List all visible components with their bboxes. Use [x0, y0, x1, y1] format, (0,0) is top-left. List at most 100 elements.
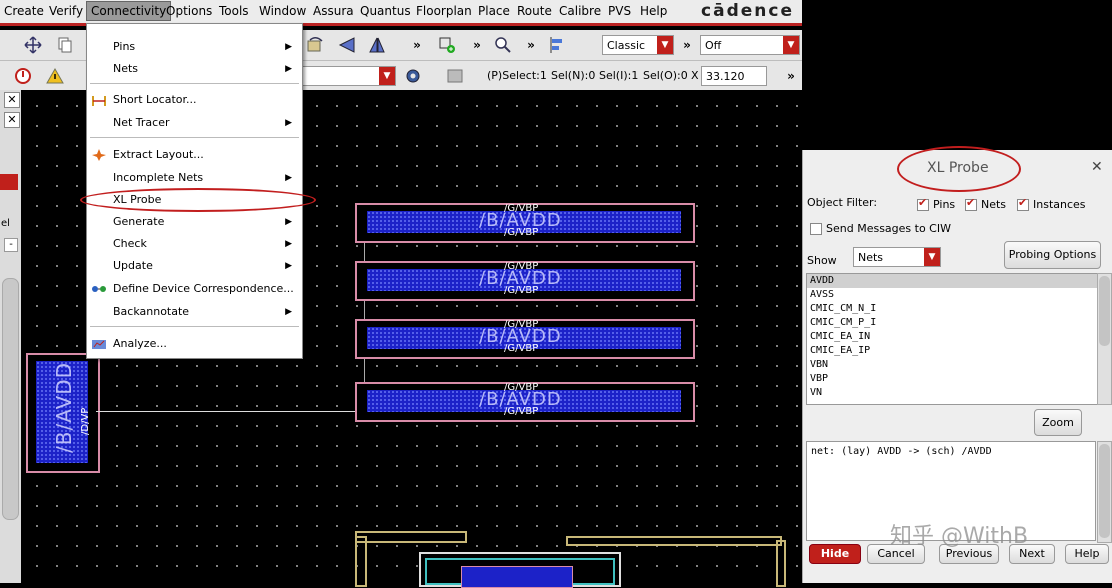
menu-connectivity[interactable]: Connectivity [86, 1, 172, 21]
style-select[interactable]: Classic ▼ [602, 35, 674, 55]
overflow-chevron-icon[interactable]: » [466, 34, 488, 56]
flip-up-icon[interactable] [366, 34, 388, 56]
show-select[interactable]: Nets ▼ [853, 247, 941, 267]
guard-ring [566, 536, 782, 546]
help-button[interactable]: Help [1065, 544, 1109, 564]
instance-label: /G/VBP [504, 406, 539, 417]
menu-item-define-device-correspondence[interactable]: Define Device Correspondence... [87, 279, 302, 299]
chevron-down-icon: ▼ [657, 36, 673, 54]
menu-floorplan[interactable]: Floorplan [416, 4, 472, 18]
menu-item-short-locator[interactable]: Short Locator... [87, 90, 302, 110]
close-icon[interactable]: ✕ [4, 92, 20, 108]
close-icon[interactable]: ✕ [1091, 159, 1103, 175]
menu-tools[interactable]: Tools [219, 4, 249, 18]
menu-route[interactable]: Route [517, 4, 552, 18]
chevron-right-icon: ▶ [285, 173, 292, 183]
menu-item-check[interactable]: Check ▶ [87, 234, 302, 254]
zoom-button[interactable]: Zoom [1034, 409, 1082, 436]
move-icon[interactable] [22, 34, 44, 56]
message-scrollbar[interactable] [1097, 441, 1112, 543]
align-icon[interactable] [546, 34, 568, 56]
menu-options[interactable]: Options [166, 4, 212, 18]
menu-quantus[interactable]: Quantus [360, 4, 411, 18]
list-item[interactable]: VN [807, 386, 1097, 400]
list-item[interactable]: CMIC_CM_P_I [807, 316, 1097, 330]
chevron-down-icon: ▼ [379, 67, 395, 85]
dock-dropdown[interactable] [0, 174, 18, 190]
overflow-chevron-icon[interactable]: » [406, 34, 428, 56]
send-messages-checkbox[interactable]: Send Messages to CIW [810, 222, 951, 235]
show-label: Show [807, 254, 837, 267]
instance-row[interactable]: /G/VBP /B/AVDD /G/VBP [355, 261, 695, 301]
net-list-scrollbar[interactable] [1097, 273, 1112, 405]
menu-separator [90, 83, 299, 84]
list-item[interactable]: VBP [807, 372, 1097, 386]
net42-instance[interactable]: net42 [419, 552, 621, 588]
instance-label: /G/VBP [504, 285, 539, 296]
menu-item-pins[interactable]: Pins ▶ [87, 37, 302, 57]
wire [96, 411, 356, 412]
guard-ring [776, 540, 786, 587]
checkbox-icon [917, 196, 929, 211]
menu-item-nets[interactable]: Nets ▶ [87, 59, 302, 79]
menu-place[interactable]: Place [478, 4, 510, 18]
menu-item-extract-layout[interactable]: Extract Layout... [87, 145, 302, 165]
hide-button[interactable]: Hide [809, 544, 861, 564]
menu-verify[interactable]: Verify [49, 4, 83, 18]
menu-window[interactable]: Window [259, 4, 306, 18]
menu-item-incomplete-nets[interactable]: Incomplete Nets ▶ [87, 168, 302, 188]
warning-icon[interactable] [44, 65, 66, 87]
gear-icon[interactable] [402, 65, 424, 87]
snap-select[interactable]: Off ▼ [700, 35, 800, 55]
menu-item-analyze[interactable]: Analyze... [87, 334, 302, 354]
instance-row[interactable]: /G/VBP /B/AVDD /G/VBP [355, 382, 695, 422]
grid-icon[interactable] [444, 65, 466, 87]
rotate-icon[interactable] [304, 34, 326, 56]
menu-pvs[interactable]: PVS [608, 4, 631, 18]
chevron-right-icon: ▶ [285, 307, 292, 317]
layer-select[interactable]: ▼ [302, 66, 396, 86]
list-item[interactable]: CMIC_CM_N_I [807, 302, 1097, 316]
list-item[interactable]: CMIC_EA_IP [807, 344, 1097, 358]
list-item[interactable]: AVDD [807, 274, 1097, 288]
menu-item-net-tracer[interactable]: Net Tracer ▶ [87, 113, 302, 133]
overflow-chevron-icon[interactable]: » [676, 34, 698, 56]
list-item[interactable]: VBN [807, 358, 1097, 372]
stop-icon[interactable] [12, 65, 34, 87]
dock-scrollbar[interactable] [2, 278, 19, 520]
menu-help[interactable]: Help [640, 4, 667, 18]
pselect-count: (P)Select:1 [487, 69, 547, 82]
copy-icon[interactable] [54, 34, 76, 56]
x-coord-label: X [691, 69, 699, 82]
overflow-chevron-icon[interactable]: » [780, 65, 802, 87]
filter-pins[interactable]: Pins [917, 196, 955, 211]
menu-assura[interactable]: Assura [313, 4, 354, 18]
menu-item-update[interactable]: Update ▶ [87, 256, 302, 276]
instance-row[interactable]: /G/VBP /B/AVDD /G/VBP [355, 203, 695, 243]
close-icon[interactable]: ✕ [4, 112, 20, 128]
guard-ring [355, 531, 467, 543]
selo-count: Sel(O):0 [643, 69, 688, 82]
menu-item-backannotate[interactable]: Backannotate ▶ [87, 302, 302, 322]
menu-calibre[interactable]: Calibre [559, 4, 601, 18]
correspondence-icon [92, 286, 106, 292]
dock-minus[interactable]: - [4, 238, 18, 252]
overflow-chevron-icon[interactable]: » [520, 34, 542, 56]
menu-item-generate[interactable]: Generate ▶ [87, 212, 302, 232]
menu-create[interactable]: Create [4, 4, 44, 18]
zoom-icon[interactable] [492, 34, 514, 56]
filter-nets[interactable]: Nets [965, 196, 1006, 211]
checkbox-icon [810, 223, 822, 235]
annotation-ellipse [80, 188, 316, 212]
flip-left-icon[interactable] [336, 34, 358, 56]
net-list[interactable]: AVDD AVSS CMIC_CM_N_I CMIC_CM_P_I CMIC_E… [806, 273, 1098, 405]
instance-row[interactable]: /G/VBP /B/AVDD /G/VBP [355, 319, 695, 359]
chevron-right-icon: ▶ [285, 64, 292, 74]
x-coord-field[interactable]: 33.120 [701, 66, 767, 86]
list-item[interactable]: CMIC_EA_IN [807, 330, 1097, 344]
probing-options-button[interactable]: Probing Options [1004, 241, 1101, 269]
add-shape-icon[interactable] [436, 34, 458, 56]
filter-instances[interactable]: Instances [1017, 196, 1086, 211]
vertical-instance[interactable]: /B/AVDD /D/VP [26, 353, 100, 473]
list-item[interactable]: AVSS [807, 288, 1097, 302]
